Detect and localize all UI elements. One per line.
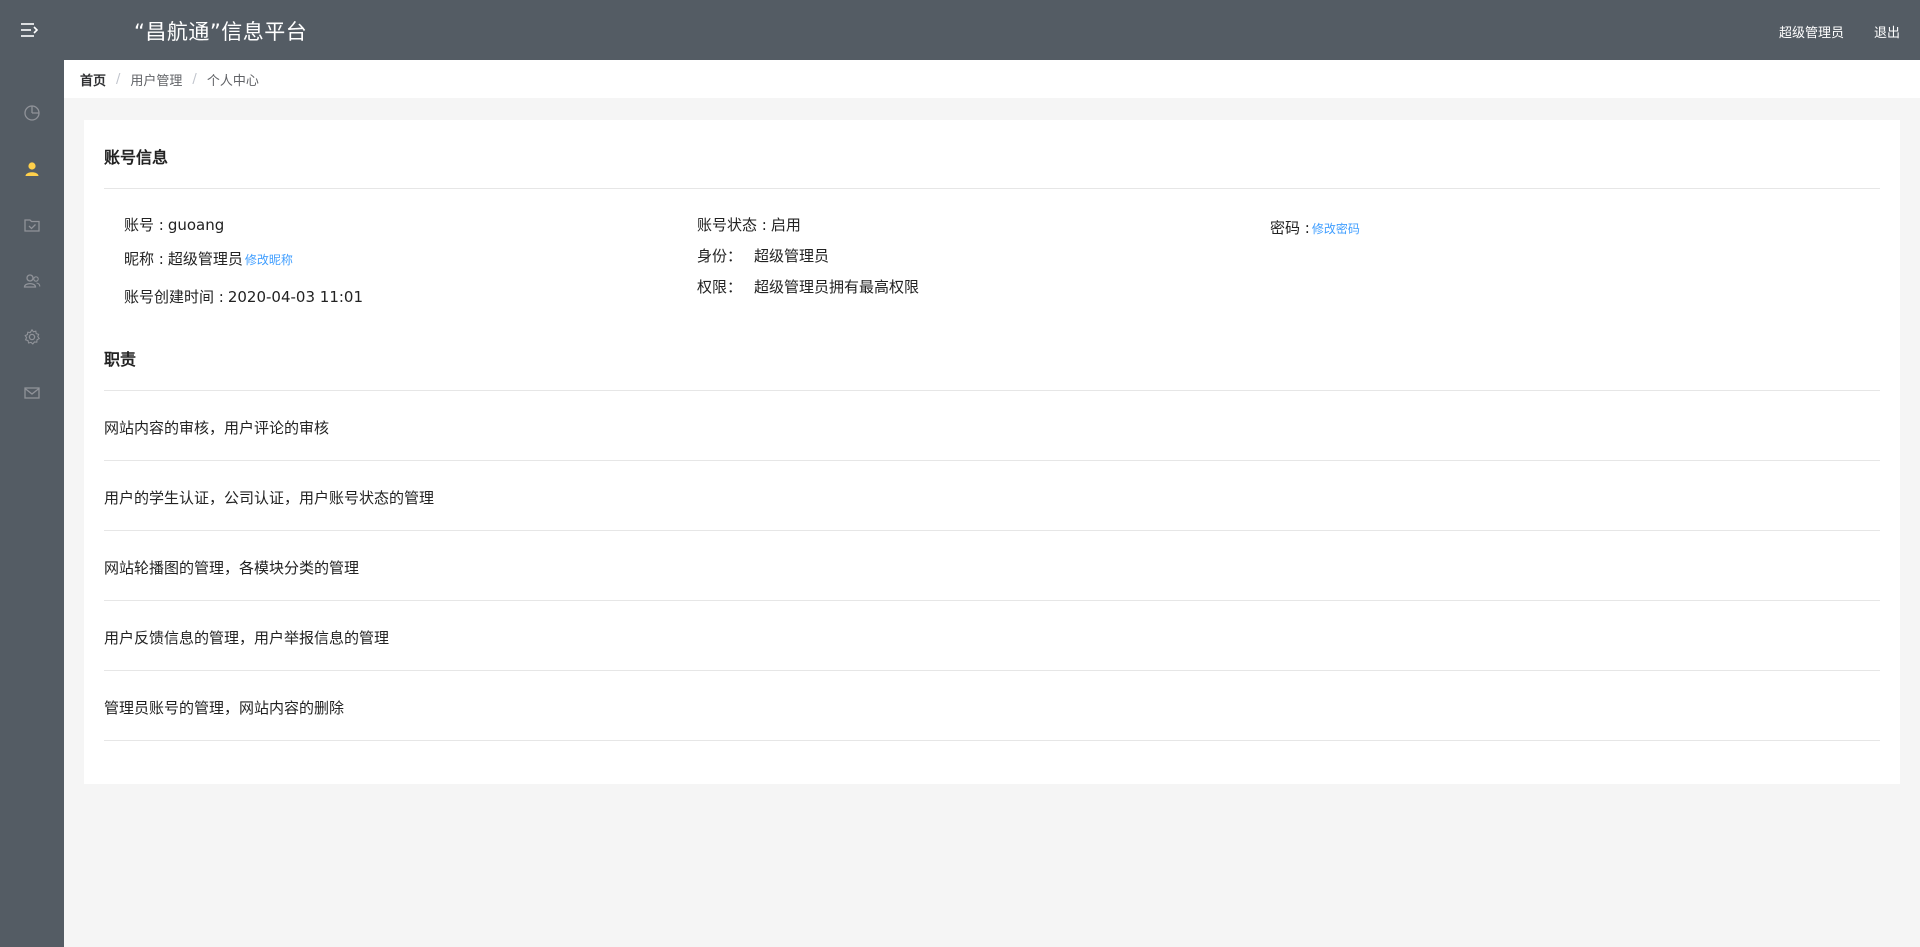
account-nickname: 昵称 : 超级管理员 修改昵称 bbox=[124, 248, 293, 269]
divider bbox=[104, 460, 1880, 461]
account-identity: 身份： 超级管理员 bbox=[697, 245, 829, 266]
sidebar-item-dashboard[interactable] bbox=[0, 85, 64, 141]
sidebar bbox=[0, 60, 64, 947]
breadcrumb-separator: / bbox=[116, 71, 121, 87]
permission-value: 超级管理员拥有最高权限 bbox=[754, 278, 920, 296]
divider bbox=[104, 188, 1880, 189]
account-status: 账号状态 : 启用 bbox=[697, 214, 801, 235]
logout-link[interactable]: 退出 bbox=[1874, 22, 1900, 41]
nickname-value: 超级管理员 bbox=[167, 250, 243, 268]
sidebar-item-settings[interactable] bbox=[0, 309, 64, 365]
breadcrumb-separator: / bbox=[192, 71, 197, 87]
sidebar-item-folder[interactable] bbox=[0, 197, 64, 253]
mail-icon bbox=[24, 387, 40, 399]
menu-toggle-icon[interactable] bbox=[18, 19, 40, 41]
duties-section-title: 职责 bbox=[104, 350, 137, 369]
edit-password-link[interactable]: 修改密码 bbox=[1312, 222, 1360, 236]
breadcrumb-user-management[interactable]: 用户管理 bbox=[130, 70, 182, 89]
sidebar-item-users[interactable] bbox=[0, 253, 64, 309]
username-value: guoang bbox=[167, 216, 225, 234]
breadcrumb-home[interactable]: 首页 bbox=[80, 70, 106, 89]
divider bbox=[104, 530, 1880, 531]
status-value: 启用 bbox=[770, 216, 801, 234]
duty-item: 用户反馈信息的管理，用户举报信息的管理 bbox=[104, 629, 390, 647]
users-icon bbox=[23, 274, 41, 288]
sidebar-item-messages[interactable] bbox=[0, 365, 64, 421]
divider bbox=[104, 600, 1880, 601]
account-username: 账号 : guoang bbox=[124, 214, 224, 235]
password-label: 密码 : bbox=[1270, 219, 1310, 237]
divider bbox=[104, 390, 1880, 391]
account-section-title: 账号信息 bbox=[104, 148, 169, 167]
duty-item: 网站轮播图的管理，各模块分类的管理 bbox=[104, 559, 360, 577]
folder-icon bbox=[24, 219, 40, 232]
profile-card: 账号信息 账号 : guoang 昵称 : 超级管理员 修改昵称 账号创建时间 :20… bbox=[84, 120, 1900, 784]
dashboard-icon bbox=[24, 105, 40, 121]
sidebar-item-user[interactable] bbox=[0, 141, 64, 197]
breadcrumb: 首页 / 用户管理 / 个人中心 bbox=[64, 60, 1920, 98]
breadcrumb-profile: 个人中心 bbox=[206, 73, 259, 89]
account-permission: 权限： 超级管理员拥有最高权限 bbox=[697, 276, 919, 297]
identity-value: 超级管理员 bbox=[754, 247, 830, 265]
created-value: 2020-04-03 11:01 bbox=[227, 288, 363, 306]
gear-icon bbox=[24, 328, 41, 345]
account-created-time: 账号创建时间 :2020-04-03 11:01 bbox=[124, 286, 363, 307]
divider bbox=[104, 670, 1880, 671]
user-icon bbox=[25, 162, 39, 176]
created-label: 账号创建时间 : bbox=[124, 288, 224, 306]
duty-item: 网站内容的审核，用户评论的审核 bbox=[104, 419, 330, 437]
edit-nickname-link[interactable]: 修改昵称 bbox=[245, 253, 293, 267]
status-label: 账号状态 : bbox=[697, 216, 767, 234]
identity-label: 身份： bbox=[697, 247, 743, 265]
duty-item: 管理员账号的管理，网站内容的删除 bbox=[104, 699, 345, 717]
top-bar: “昌航通”信息平台 超级管理员 退出 bbox=[0, 0, 1920, 60]
username-label: 账号 : bbox=[124, 216, 164, 234]
current-user-role[interactable]: 超级管理员 bbox=[1779, 22, 1844, 41]
divider bbox=[104, 740, 1880, 741]
nickname-label: 昵称 : bbox=[124, 250, 164, 268]
account-password: 密码 : 修改密码 bbox=[1270, 217, 1360, 238]
duty-item: 用户的学生认证，公司认证，用户账号状态的管理 bbox=[104, 489, 435, 507]
app-title: “昌航通”信息平台 bbox=[134, 20, 308, 44]
permission-label: 权限： bbox=[697, 278, 743, 296]
